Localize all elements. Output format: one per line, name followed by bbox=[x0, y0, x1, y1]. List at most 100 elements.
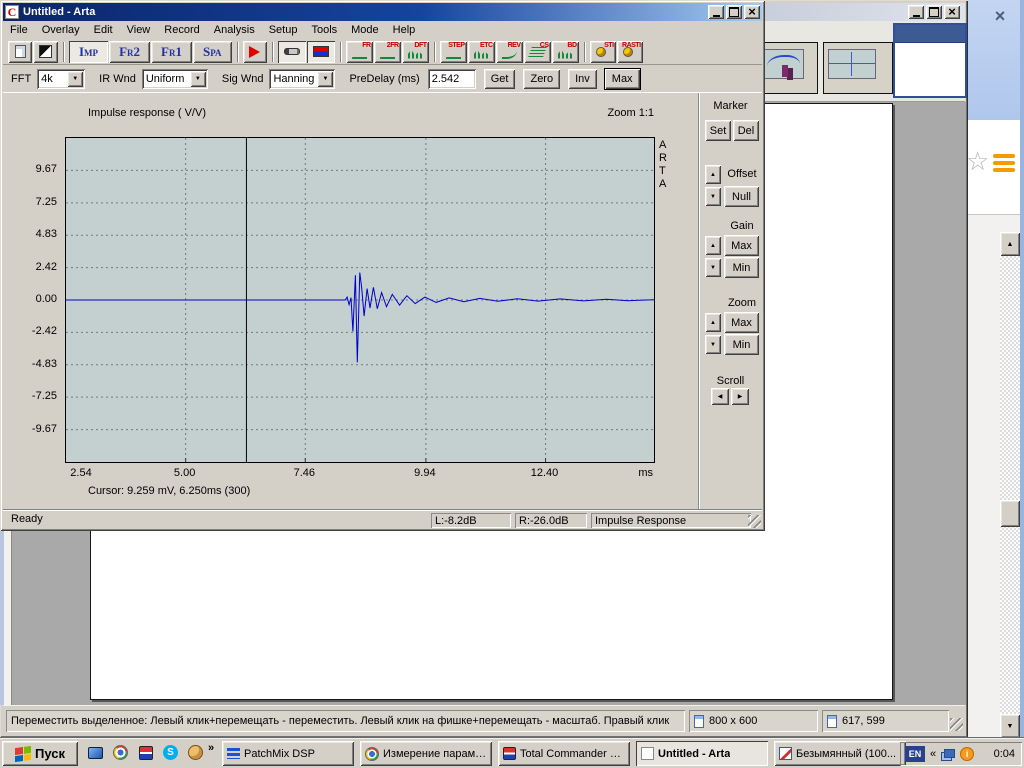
new-file-button[interactable] bbox=[8, 40, 32, 63]
dft-button[interactable]: DFT bbox=[401, 40, 429, 63]
fft-size-select[interactable]: 4k ▼ bbox=[37, 68, 86, 89]
2fr-button[interactable]: 2FR bbox=[373, 40, 401, 63]
impulse-mode-button[interactable]: Imp bbox=[69, 40, 109, 63]
spa-mode-button[interactable]: Spa bbox=[192, 40, 232, 63]
zoom-min-button[interactable]: Min bbox=[724, 334, 759, 355]
bookmark-star-icon[interactable]: ☆ bbox=[966, 146, 989, 177]
etc-button[interactable]: ETC bbox=[467, 40, 495, 63]
step-button[interactable]: STEP bbox=[439, 40, 467, 63]
language-indicator[interactable]: EN bbox=[905, 746, 925, 762]
dft-button: DFT bbox=[401, 40, 430, 63]
generator-button[interactable] bbox=[306, 40, 335, 63]
gain-max-button[interactable]: Max bbox=[724, 235, 759, 256]
inv-button[interactable]: Inv bbox=[568, 68, 597, 89]
max-button[interactable]: Max bbox=[604, 68, 640, 89]
minimize-button[interactable] bbox=[908, 5, 924, 19]
zoom-down-button[interactable] bbox=[705, 335, 721, 354]
start-button[interactable]: Пуск bbox=[2, 741, 78, 766]
plot-box[interactable] bbox=[65, 137, 655, 463]
zero-button[interactable]: Zero bbox=[523, 68, 561, 89]
menu-item[interactable]: Setup bbox=[262, 22, 305, 38]
overflow-chevron[interactable]: » bbox=[208, 742, 214, 754]
minimize-button[interactable] bbox=[708, 5, 724, 19]
skype-icon[interactable]: S bbox=[161, 743, 180, 762]
sti-button[interactable]: STI bbox=[589, 40, 616, 63]
offset-down-button[interactable] bbox=[705, 187, 721, 206]
resize-grip[interactable] bbox=[748, 515, 761, 528]
total-commander-icon[interactable] bbox=[136, 743, 155, 762]
zoom-up-button[interactable] bbox=[705, 313, 721, 332]
burst-icon bbox=[557, 49, 573, 59]
arta-caption-buttons bbox=[708, 5, 760, 19]
menu-item[interactable]: File bbox=[3, 22, 35, 38]
menu-item[interactable]: Record bbox=[157, 22, 206, 38]
thumbnail-1[interactable] bbox=[760, 42, 818, 94]
scrollbar-thumb[interactable] bbox=[1000, 500, 1020, 527]
scroll-down-button[interactable]: ▼ bbox=[1000, 714, 1020, 738]
chrome-icon[interactable] bbox=[111, 743, 130, 762]
zoom-max-button[interactable]: Max bbox=[724, 312, 759, 333]
fr1-mode-button[interactable]: Fr1 bbox=[151, 40, 192, 63]
gain-up-button[interactable] bbox=[705, 236, 721, 255]
step-icon bbox=[445, 51, 461, 59]
scroll-left-button[interactable] bbox=[711, 388, 729, 405]
close-button[interactable] bbox=[944, 5, 960, 19]
browser-menu-icon[interactable] bbox=[993, 154, 1015, 175]
gain-min-button[interactable]: Min bbox=[724, 257, 759, 278]
fr-button: FR bbox=[345, 40, 374, 63]
app-icon: C bbox=[5, 5, 19, 19]
fr-button[interactable]: FR bbox=[345, 40, 373, 63]
marker-del-button[interactable]: Del bbox=[733, 120, 759, 141]
task-paint[interactable]: Безымянный (100... bbox=[774, 741, 906, 766]
task-patchmix[interactable]: PatchMix DSP bbox=[222, 741, 354, 766]
bat-icon[interactable] bbox=[186, 743, 205, 762]
get-button[interactable]: Get bbox=[483, 68, 516, 89]
menu-item[interactable]: View bbox=[120, 22, 158, 38]
predelay-input[interactable]: 2.542 bbox=[427, 68, 476, 89]
menu-item[interactable]: Analysis bbox=[207, 22, 262, 38]
menu-item[interactable]: Help bbox=[386, 22, 423, 38]
scroll-right-button[interactable] bbox=[731, 388, 749, 405]
task-chrome[interactable]: Измерение параме... bbox=[360, 741, 492, 766]
thumbnail-2[interactable] bbox=[823, 42, 893, 94]
update-notification-icon[interactable]: i bbox=[960, 747, 975, 761]
menubar: File Overlay Edit View Record Analysis Setup To… bbox=[3, 21, 762, 39]
chevron-down-icon[interactable]: ▼ bbox=[189, 70, 206, 87]
bd-button[interactable]: BD bbox=[551, 40, 579, 63]
patchmix-icon bbox=[227, 748, 240, 759]
gain-down-button[interactable] bbox=[705, 258, 721, 277]
maximize-button[interactable] bbox=[926, 5, 942, 19]
fr2-mode-button[interactable]: Fr2 bbox=[109, 40, 151, 63]
rev-button[interactable]: REV bbox=[495, 40, 523, 63]
resize-grip[interactable] bbox=[950, 718, 963, 731]
thumbnail-3-selected[interactable] bbox=[893, 23, 967, 98]
toolbar-separator bbox=[433, 41, 436, 62]
arta-titlebar[interactable]: C Untitled - Arta bbox=[3, 3, 762, 21]
task-arta[interactable]: Untitled - Arta bbox=[636, 741, 768, 766]
menu-item[interactable]: Mode bbox=[344, 22, 386, 38]
menu-item[interactable]: Edit bbox=[87, 22, 120, 38]
cs-button[interactable]: CS bbox=[523, 40, 551, 63]
invert-colors-button[interactable] bbox=[33, 40, 58, 63]
marker-set-button[interactable]: Set bbox=[705, 120, 731, 141]
close-button[interactable] bbox=[744, 5, 760, 19]
chevron-down-icon[interactable]: ▼ bbox=[317, 70, 334, 87]
ir-window-select[interactable]: Uniform ▼ bbox=[141, 68, 208, 89]
tray-collapse-chevron[interactable]: « bbox=[930, 748, 936, 760]
offset-up-button[interactable] bbox=[705, 165, 721, 184]
menu-item[interactable]: Overlay bbox=[35, 22, 87, 38]
scrollbar-track[interactable] bbox=[1000, 256, 1020, 714]
menu-item[interactable]: Tools bbox=[304, 22, 344, 38]
network-icon[interactable] bbox=[941, 748, 956, 761]
record-button[interactable] bbox=[242, 40, 267, 63]
signal-window-select[interactable]: Hanning ▼ bbox=[269, 68, 336, 89]
chevron-down-icon[interactable]: ▼ bbox=[67, 70, 84, 87]
task-total-commander[interactable]: Total Commander 5... bbox=[498, 741, 630, 766]
show-desktop-icon[interactable] bbox=[86, 743, 105, 762]
scroll-up-button[interactable]: ▲ bbox=[1000, 232, 1020, 256]
microphone-button[interactable] bbox=[277, 40, 306, 63]
rasti-button[interactable]: RASTI bbox=[616, 40, 643, 63]
close-icon[interactable]: × bbox=[984, 4, 1016, 28]
offset-null-button[interactable]: Null bbox=[724, 186, 759, 207]
maximize-button[interactable] bbox=[726, 5, 742, 19]
